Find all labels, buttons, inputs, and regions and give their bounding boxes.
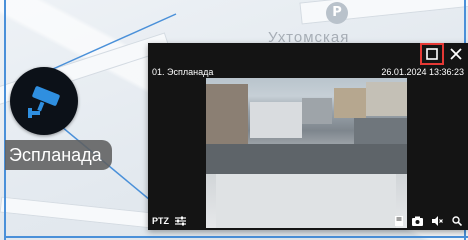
archive-button[interactable]	[395, 216, 403, 226]
settings-button[interactable]	[175, 216, 186, 226]
volume-mute-icon	[432, 216, 443, 226]
camera-popup[interactable]: 01. Эспланада 26.01.2024 13:36:23 PTZ	[148, 43, 468, 230]
sliders-icon	[175, 216, 186, 226]
video-snow-ground	[216, 174, 396, 228]
popup-camera-title: 01. Эспланада	[152, 67, 214, 77]
maximize-icon	[426, 48, 438, 60]
camera-name-label[interactable]: Эспланада	[5, 140, 112, 170]
video-building	[206, 84, 248, 144]
zoom-icon	[452, 216, 462, 226]
video-stream[interactable]	[206, 78, 407, 228]
maximize-button[interactable]	[420, 43, 444, 65]
right-controls	[395, 216, 462, 226]
map-road	[0, 196, 163, 230]
video-building	[302, 98, 332, 124]
video-building	[334, 88, 366, 118]
snapshot-button[interactable]	[412, 216, 423, 226]
ptz-button[interactable]: PTZ	[152, 216, 169, 226]
left-controls: PTZ	[152, 216, 186, 226]
popup-datetime: 26.01.2024 13:36:23	[381, 67, 464, 77]
zoom-button[interactable]	[452, 216, 462, 226]
parking-pin-icon: P	[326, 2, 348, 24]
volume-button[interactable]	[432, 216, 443, 226]
camera-marker[interactable]	[10, 67, 78, 135]
video-trees	[206, 144, 407, 174]
close-button[interactable]	[446, 43, 466, 65]
selection-frame-bottom	[4, 236, 468, 238]
map-road	[299, 0, 468, 25]
video-building	[250, 102, 302, 138]
map-background[interactable]: P Ухтомская Эспланада 01. Эспланада 26.0…	[0, 0, 468, 240]
video-building	[366, 82, 407, 116]
selection-frame-left	[4, 0, 6, 240]
close-icon	[450, 48, 462, 60]
camera-snapshot-icon	[412, 216, 423, 226]
archive-icon	[395, 216, 403, 226]
cctv-camera-icon	[28, 86, 60, 118]
